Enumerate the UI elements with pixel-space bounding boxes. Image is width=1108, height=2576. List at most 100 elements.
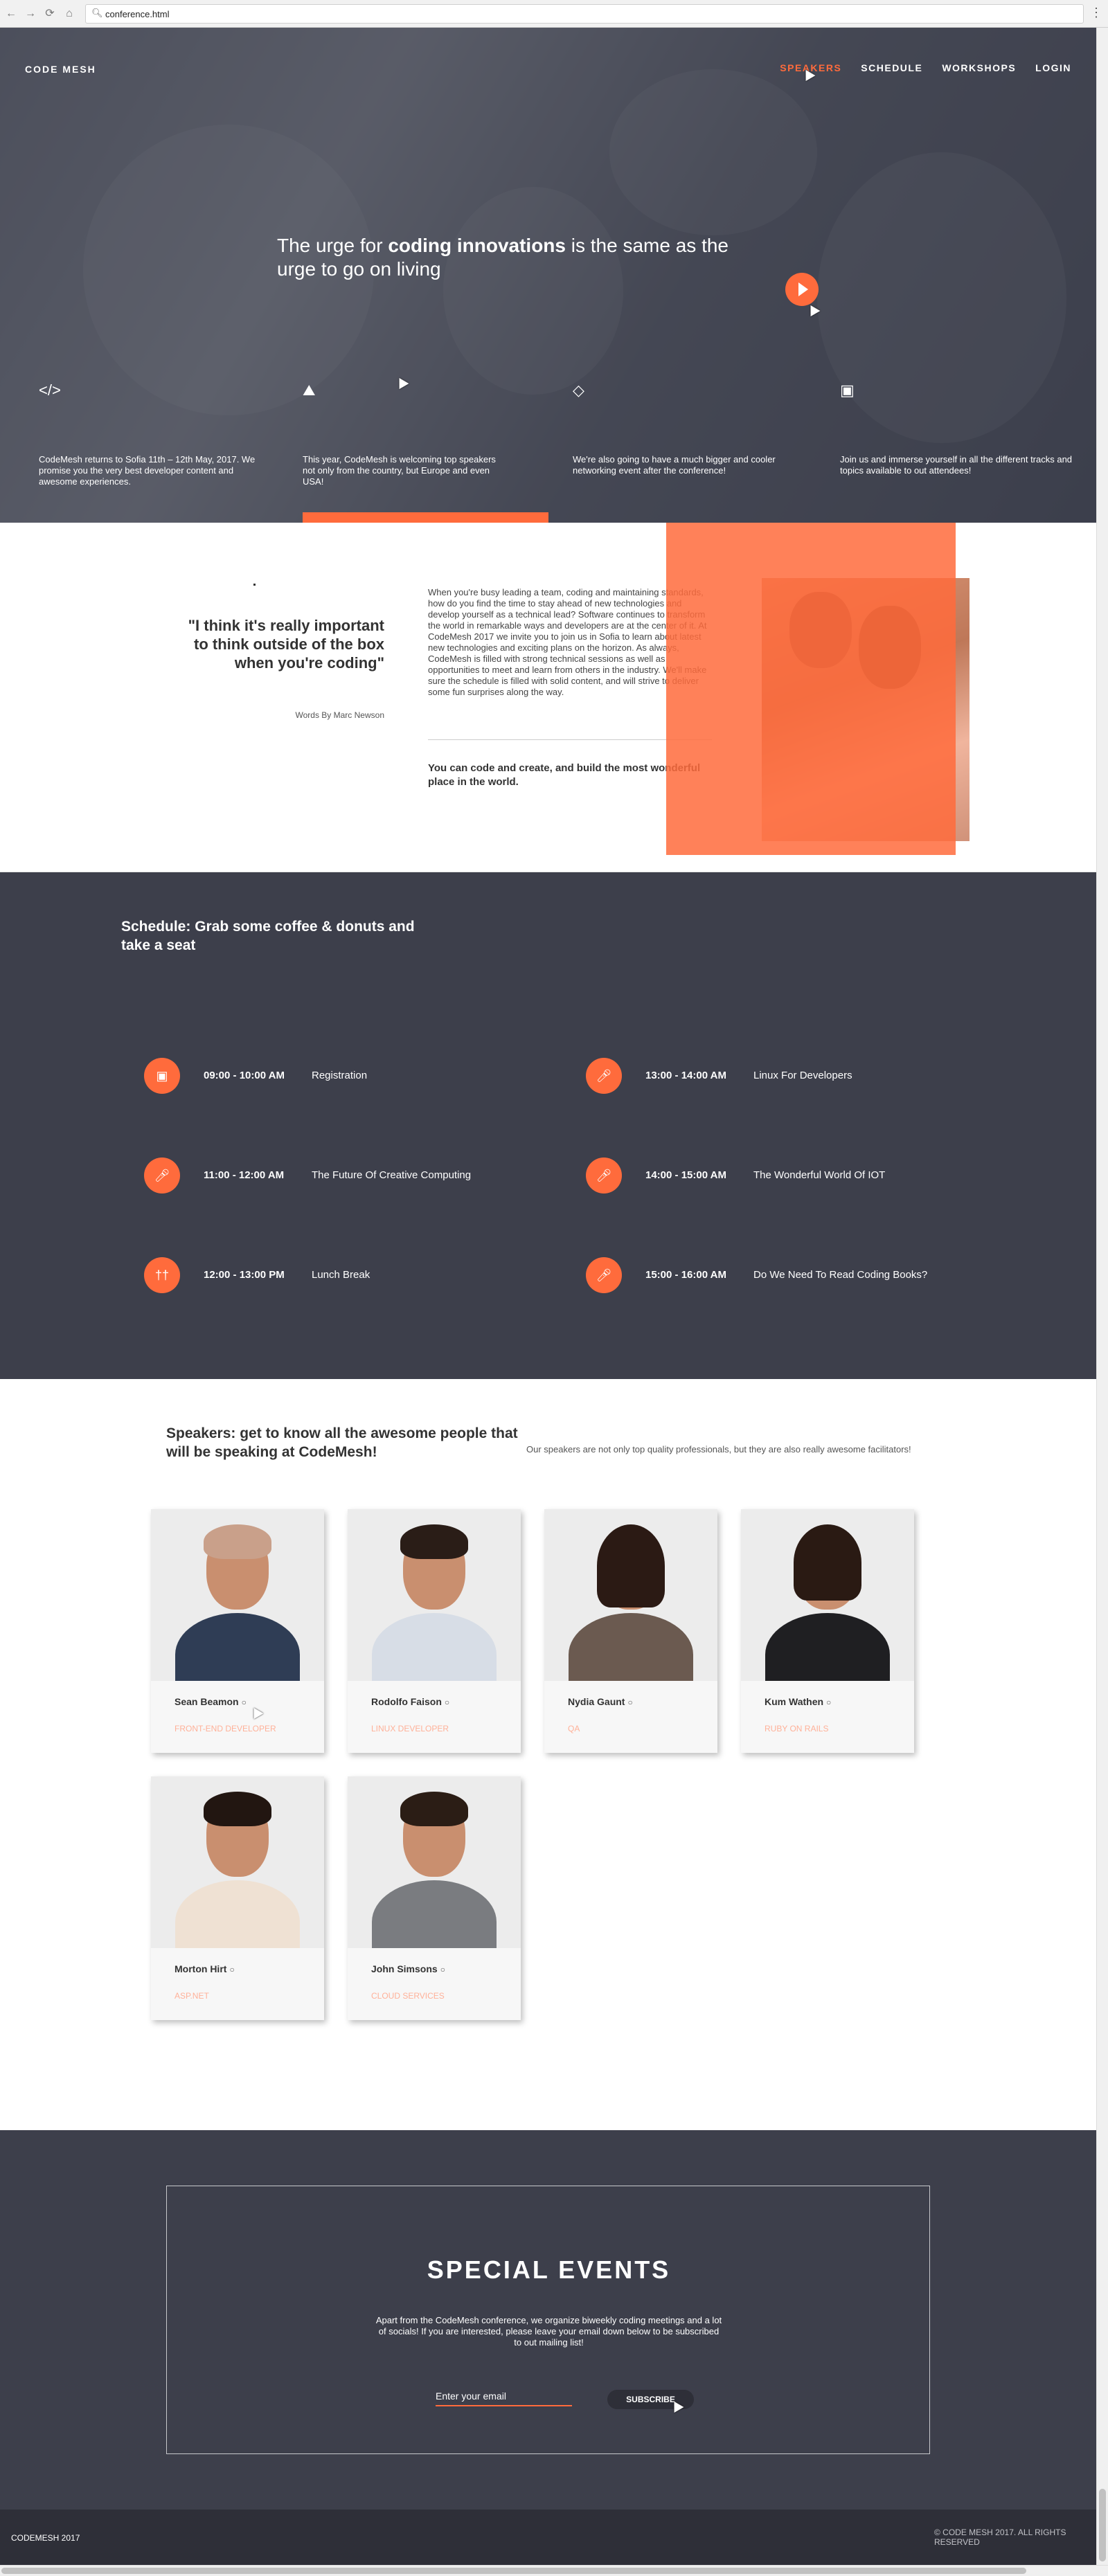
cube-icon: ▣ [840,381,855,399]
feature-text: Join us and immerse yourself in all the … [840,454,1073,476]
code-icon: </> [39,381,61,399]
area-chart-icon: ⛰︎ [303,381,316,399]
schedule-time: 11:00 - 12:00 AM [204,1169,285,1181]
feature-item: ⛰︎ This year, CodeMesh is welcoming top … [303,381,503,487]
speaker-body-shape [569,1613,693,1681]
back-arrow-icon[interactable]: ← [3,6,19,22]
speaker-name: John Simsons ○ [371,1963,445,1974]
events-frame: SPECIAL EVENTS Apart from the CodeMesh c… [166,2186,930,2454]
speaker-role: QA [568,1724,580,1733]
github-icon[interactable]: ○ [445,1697,449,1707]
speaker-hair-shape [204,1792,271,1826]
speaker-card[interactable]: John Simsons ○ CLOUD SERVICES [348,1776,521,2020]
speaker-card[interactable]: Morton Hirt ○ ASP.NET [151,1776,324,2020]
play-video-button[interactable] [785,273,819,306]
schedule-title-text: Registration [312,1070,368,1081]
speaker-card[interactable]: Sean Beamon ○ FRONT-END DEVELOPER [151,1509,324,1753]
speaker-role: LINUX DEVELOPER [371,1724,449,1733]
scrollbar-thumb[interactable] [1099,2489,1106,2561]
schedule-title-text: The Wonderful World Of IOT [753,1169,886,1181]
schedule-time: 12:00 - 13:00 PM [204,1269,285,1281]
pull-quote: "I think it's really important to think … [188,617,384,672]
schedule-time: 15:00 - 16:00 AM [645,1269,726,1281]
schedule-item[interactable]: 🎤︎ 13:00 - 14:00 AM Linux For Developers [586,1058,1015,1094]
speaker-photo [151,1776,324,1948]
address-bar[interactable]: 🔍︎ conference.html [85,4,1084,24]
speaker-card[interactable]: Rodolfo Faison ○ LINUX DEVELOPER [348,1509,521,1753]
schedule-item[interactable]: 🎤︎ 15:00 - 16:00 AM Do We Need To Read C… [586,1257,1015,1293]
speaker-role: RUBY ON RAILS [765,1724,829,1733]
speaker-hair-shape [597,1524,665,1607]
schedule-title-text: Linux For Developers [753,1070,852,1081]
vertical-scrollbar[interactable] [1096,28,1108,2565]
speaker-name-text: Nydia Gaunt [568,1696,625,1707]
speaker-body-shape [372,1613,497,1681]
feature-text: This year, CodeMesh is welcoming top spe… [303,454,496,487]
speaker-name: Sean Beamon ○ [175,1696,247,1707]
schedule-title-text: Do We Need To Read Coding Books? [753,1269,928,1281]
github-icon[interactable]: ○ [440,1965,445,1974]
nav-schedule[interactable]: SCHEDULE [861,62,922,73]
microphone-icon: 🎤︎ [586,1058,622,1094]
speaker-card[interactable]: Kum Wathen ○ RUBY ON RAILS [741,1509,914,1753]
footer-copyright: © CODE MESH 2017. ALL RIGHTS RESERVED [934,2528,1066,2547]
speaker-hair-shape [400,1524,468,1559]
hero-headline: The urge for coding innovations is the s… [277,234,734,281]
events-text: Apart from the CodeMesh conference, we o… [375,2315,722,2348]
speaker-hair-shape [794,1524,861,1601]
speaker-role: CLOUD SERVICES [371,1991,445,2001]
speaker-card[interactable]: Nydia Gaunt ○ QA [544,1509,717,1753]
speaker-name-text: Morton Hirt [175,1963,227,1974]
feature-item: ◇ We're also going to have a much bigger… [573,381,801,476]
speaker-name-text: Kum Wathen [765,1696,824,1707]
speaker-photo [544,1509,717,1681]
email-field[interactable] [436,2387,572,2406]
microphone-icon: 🎤︎ [586,1158,622,1194]
horizontal-scrollbar[interactable] [0,2565,1108,2576]
headline-highlight: coding innovations [388,235,566,256]
github-icon[interactable]: ○ [826,1697,831,1707]
speakers-section: Speakers: get to know all the awesome pe… [0,1379,1096,2130]
schedule-time: 14:00 - 15:00 AM [645,1169,726,1181]
feature-item: ▣ Join us and immerse yourself in all th… [840,381,1075,476]
schedule-item[interactable]: 🎤︎ 11:00 - 12:00 AM The Future Of Creati… [144,1158,573,1194]
speaker-photo [348,1776,521,1948]
speaker-name-text: Rodolfo Faison [371,1696,442,1707]
diamond-icon: ◇ [573,381,584,399]
speaker-body-shape [372,1880,497,1948]
github-icon[interactable]: ○ [229,1965,234,1974]
cutlery-icon: †† [144,1257,180,1293]
speaker-name: Nydia Gaunt ○ [568,1696,633,1707]
special-events-section: SPECIAL EVENTS Apart from the CodeMesh c… [0,2130,1096,2510]
footer-brand: CODEMESH 2017 [11,2533,80,2543]
footer: CODEMESH 2017 © CODE MESH 2017. ALL RIGH… [0,2510,1096,2565]
speaker-body-shape [765,1613,890,1681]
url-text: conference.html [105,9,170,19]
brand-logo[interactable]: CODE MESH [25,64,96,75]
speakers-subtitle: Our speakers are not only top quality pr… [526,1444,911,1454]
feature-item: </> CodeMesh returns to Sofia 11th – 12t… [39,381,274,487]
github-icon[interactable]: ○ [242,1697,247,1707]
github-icon[interactable]: ○ [627,1697,632,1707]
schedule-item[interactable]: 🎤︎ 14:00 - 15:00 AM The Wonderful World … [586,1158,1015,1194]
schedule-item[interactable]: †† 12:00 - 13:00 PM Lunch Break [144,1257,573,1293]
nav-workshops[interactable]: WORKSHOPS [942,62,1016,73]
speaker-name: Kum Wathen ○ [765,1696,831,1707]
speaker-body-shape [175,1880,300,1948]
home-icon[interactable]: ⌂ [61,6,78,22]
speaker-role: FRONT-END DEVELOPER [175,1724,276,1733]
microphone-icon: 🎤︎ [144,1158,180,1194]
presentation-icon: ▣ [144,1058,180,1094]
speaker-body-shape [175,1613,300,1681]
forward-arrow-icon[interactable]: → [22,6,39,22]
reload-icon[interactable]: ⟳ [42,6,58,22]
browser-menu-icon[interactable]: ⋮ [1090,6,1102,20]
feature-text: We're also going to have a much bigger a… [573,454,776,476]
scrollbar-thumb[interactable] [1,2568,1026,2574]
nav-login[interactable]: LOGIN [1035,62,1071,73]
schedule-item[interactable]: ▣ 09:00 - 10:00 AM Registration [144,1058,573,1094]
hero-accent-bar [303,512,548,523]
feature-text: CodeMesh returns to Sofia 11th – 12th Ma… [39,454,256,487]
browser-toolbar: ← → ⟳ ⌂ 🔍︎ conference.html ⋮ [0,0,1108,28]
hero-section: CODE MESH SPEAKERS SCHEDULE WORKSHOPS LO… [0,28,1096,523]
